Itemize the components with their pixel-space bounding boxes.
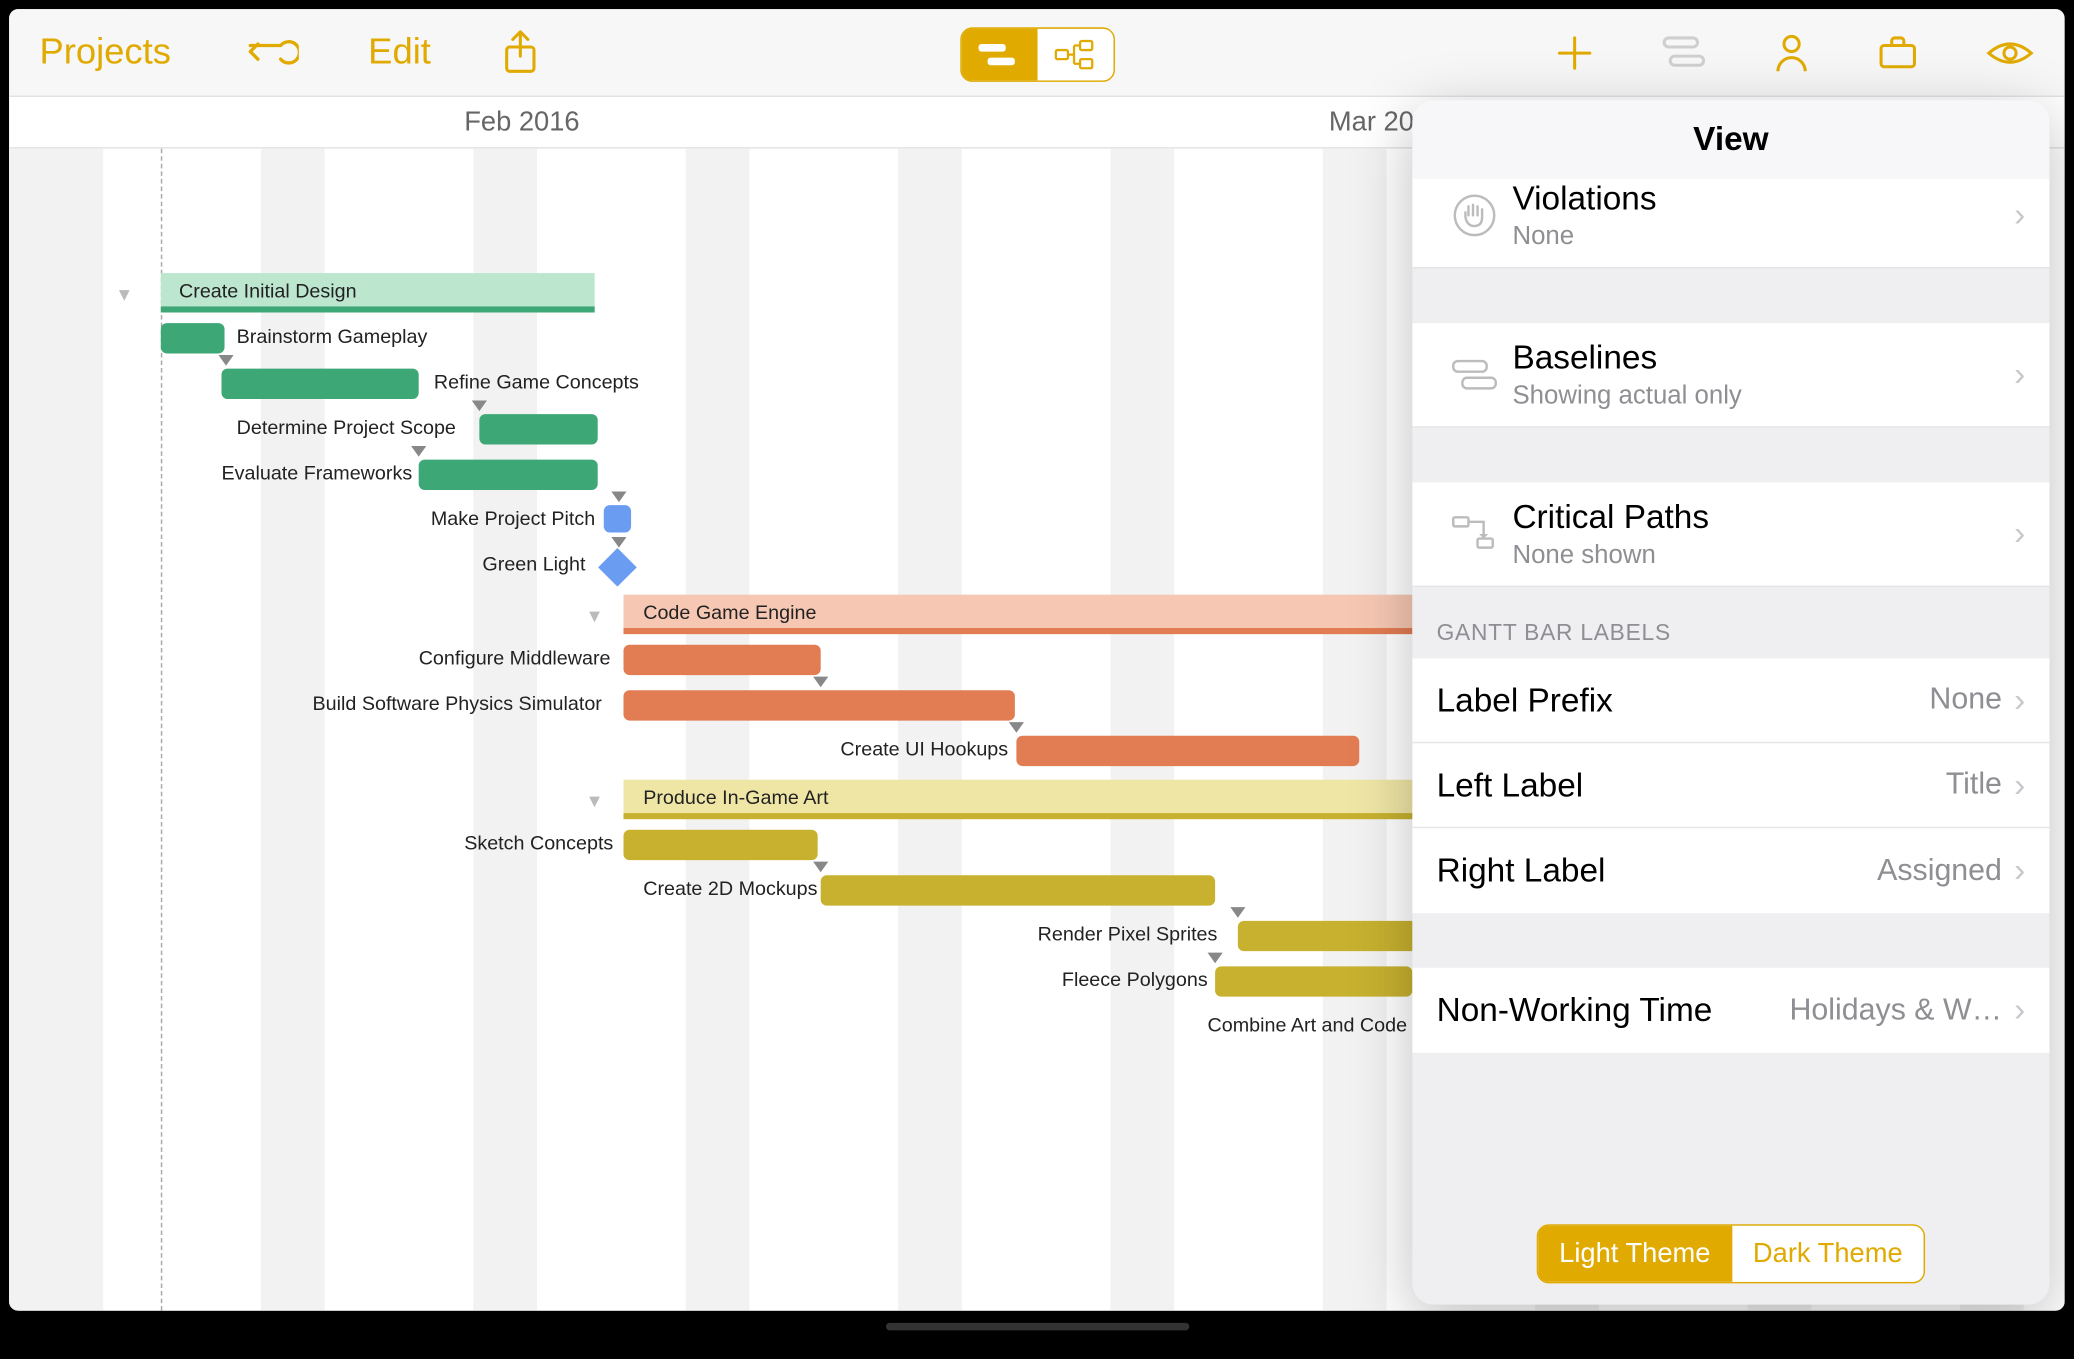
network-mode-icon[interactable] <box>1037 29 1113 81</box>
milestone[interactable] <box>604 505 631 532</box>
task-bar[interactable] <box>221 369 418 399</box>
row-value: Title <box>1946 768 2002 803</box>
task-label: Create UI Hookups <box>840 737 1008 760</box>
task-bar[interactable] <box>623 645 820 675</box>
disclosure-icon[interactable]: ▼ <box>115 284 133 305</box>
tasks-icon[interactable] <box>1661 35 1707 71</box>
non-working-time-row[interactable]: Non-Working Time Holidays & W… › <box>1412 968 2049 1053</box>
toolbar: Projects Edit <box>9 9 2065 97</box>
chevron-right-icon: › <box>2014 514 2025 553</box>
projects-button[interactable]: Projects <box>39 31 171 73</box>
row-subtitle: None <box>1512 221 2014 251</box>
row-subtitle: Showing actual only <box>1512 381 2014 411</box>
disclosure-icon[interactable]: ▼ <box>586 790 604 811</box>
row-value: None <box>1929 683 2002 718</box>
task-bar[interactable] <box>623 690 1014 720</box>
row-title: Violations <box>1512 179 2014 218</box>
add-button[interactable] <box>1555 33 1594 72</box>
chevron-right-icon: › <box>2014 991 2025 1030</box>
chevron-right-icon: › <box>2014 355 2025 394</box>
baselines-icon <box>1437 358 1513 391</box>
person-icon[interactable] <box>1773 32 1809 74</box>
task-bar[interactable] <box>419 460 598 490</box>
task-bar[interactable] <box>479 414 597 444</box>
task-bar[interactable] <box>1215 966 1412 996</box>
row-title: Non-Working Time <box>1437 991 1790 1030</box>
briefcase-icon[interactable] <box>1877 35 1919 71</box>
task-label: Make Project Pitch <box>431 507 595 530</box>
critical-path-icon <box>1437 514 1513 553</box>
task-label: Brainstorm Gameplay <box>237 325 428 348</box>
task-label: Combine Art and Code <box>1208 1013 1408 1036</box>
dark-theme-button[interactable]: Dark Theme <box>1732 1226 1924 1282</box>
task-bar[interactable] <box>161 323 225 353</box>
task-label: Build Software Physics Simulator <box>313 692 602 715</box>
row-value: Holidays & W… <box>1790 993 2002 1028</box>
left-label-row[interactable]: Left Label Title › <box>1412 743 2049 828</box>
row-title: Label Prefix <box>1437 680 1930 719</box>
row-subtitle: None shown <box>1512 540 2014 570</box>
row-title: Left Label <box>1437 765 1946 804</box>
milestone-diamond[interactable] <box>598 548 637 587</box>
task-label: Determine Project Scope <box>237 416 456 439</box>
section-header: GANTT BAR LABELS <box>1412 587 2049 658</box>
view-mode-segment[interactable] <box>960 27 1115 82</box>
task-label: Fleece Polygons <box>1062 968 1208 991</box>
popover-title: View <box>1412 100 2049 179</box>
task-label: Render Pixel Sprites <box>1038 922 1218 945</box>
task-label: Create 2D Mockups <box>643 877 817 900</box>
task-label: Configure Middleware <box>419 646 611 669</box>
light-theme-button[interactable]: Light Theme <box>1538 1226 1732 1282</box>
task-label: Evaluate Frameworks <box>221 461 412 484</box>
month-label: Feb 2016 <box>464 106 579 138</box>
eye-icon[interactable] <box>1986 38 2035 68</box>
task-label: Code Game Engine <box>643 601 816 624</box>
task-label: Sketch Concepts <box>464 831 613 854</box>
hand-icon <box>1437 193 1513 239</box>
edit-button[interactable]: Edit <box>368 31 431 73</box>
task-label: Produce In-Game Art <box>643 786 828 809</box>
row-title: Critical Paths <box>1512 498 2014 537</box>
task-bar[interactable] <box>821 875 1215 905</box>
task-label: Green Light <box>482 552 585 575</box>
disclosure-icon[interactable]: ▼ <box>586 605 604 626</box>
task-bar[interactable] <box>623 830 817 860</box>
right-label-row[interactable]: Right Label Assigned › <box>1412 828 2049 913</box>
share-icon[interactable] <box>501 28 540 77</box>
chevron-right-icon: › <box>2014 765 2025 804</box>
label-prefix-row[interactable]: Label Prefix None › <box>1412 658 2049 743</box>
row-title: Right Label <box>1437 851 1878 890</box>
task-label: Create Initial Design <box>179 279 357 302</box>
chevron-right-icon: › <box>2014 196 2025 235</box>
gantt-mode-icon[interactable] <box>961 29 1037 81</box>
view-popover: View Violations None › <box>1412 100 2049 1304</box>
violations-row[interactable]: Violations None › <box>1412 179 2049 269</box>
task-bar[interactable] <box>1016 736 1359 766</box>
baselines-row[interactable]: Baselines Showing actual only › <box>1412 323 2049 428</box>
theme-segment[interactable]: Light Theme Dark Theme <box>1536 1224 1925 1283</box>
task-label: Refine Game Concepts <box>434 370 639 393</box>
row-title: Baselines <box>1512 338 2014 377</box>
undo-button[interactable] <box>241 31 299 73</box>
critical-paths-row[interactable]: Critical Paths None shown › <box>1412 482 2049 587</box>
row-value: Assigned <box>1877 853 2002 888</box>
chevron-right-icon: › <box>2014 851 2025 890</box>
home-indicator <box>885 1323 1188 1331</box>
chevron-right-icon: › <box>2014 680 2025 719</box>
